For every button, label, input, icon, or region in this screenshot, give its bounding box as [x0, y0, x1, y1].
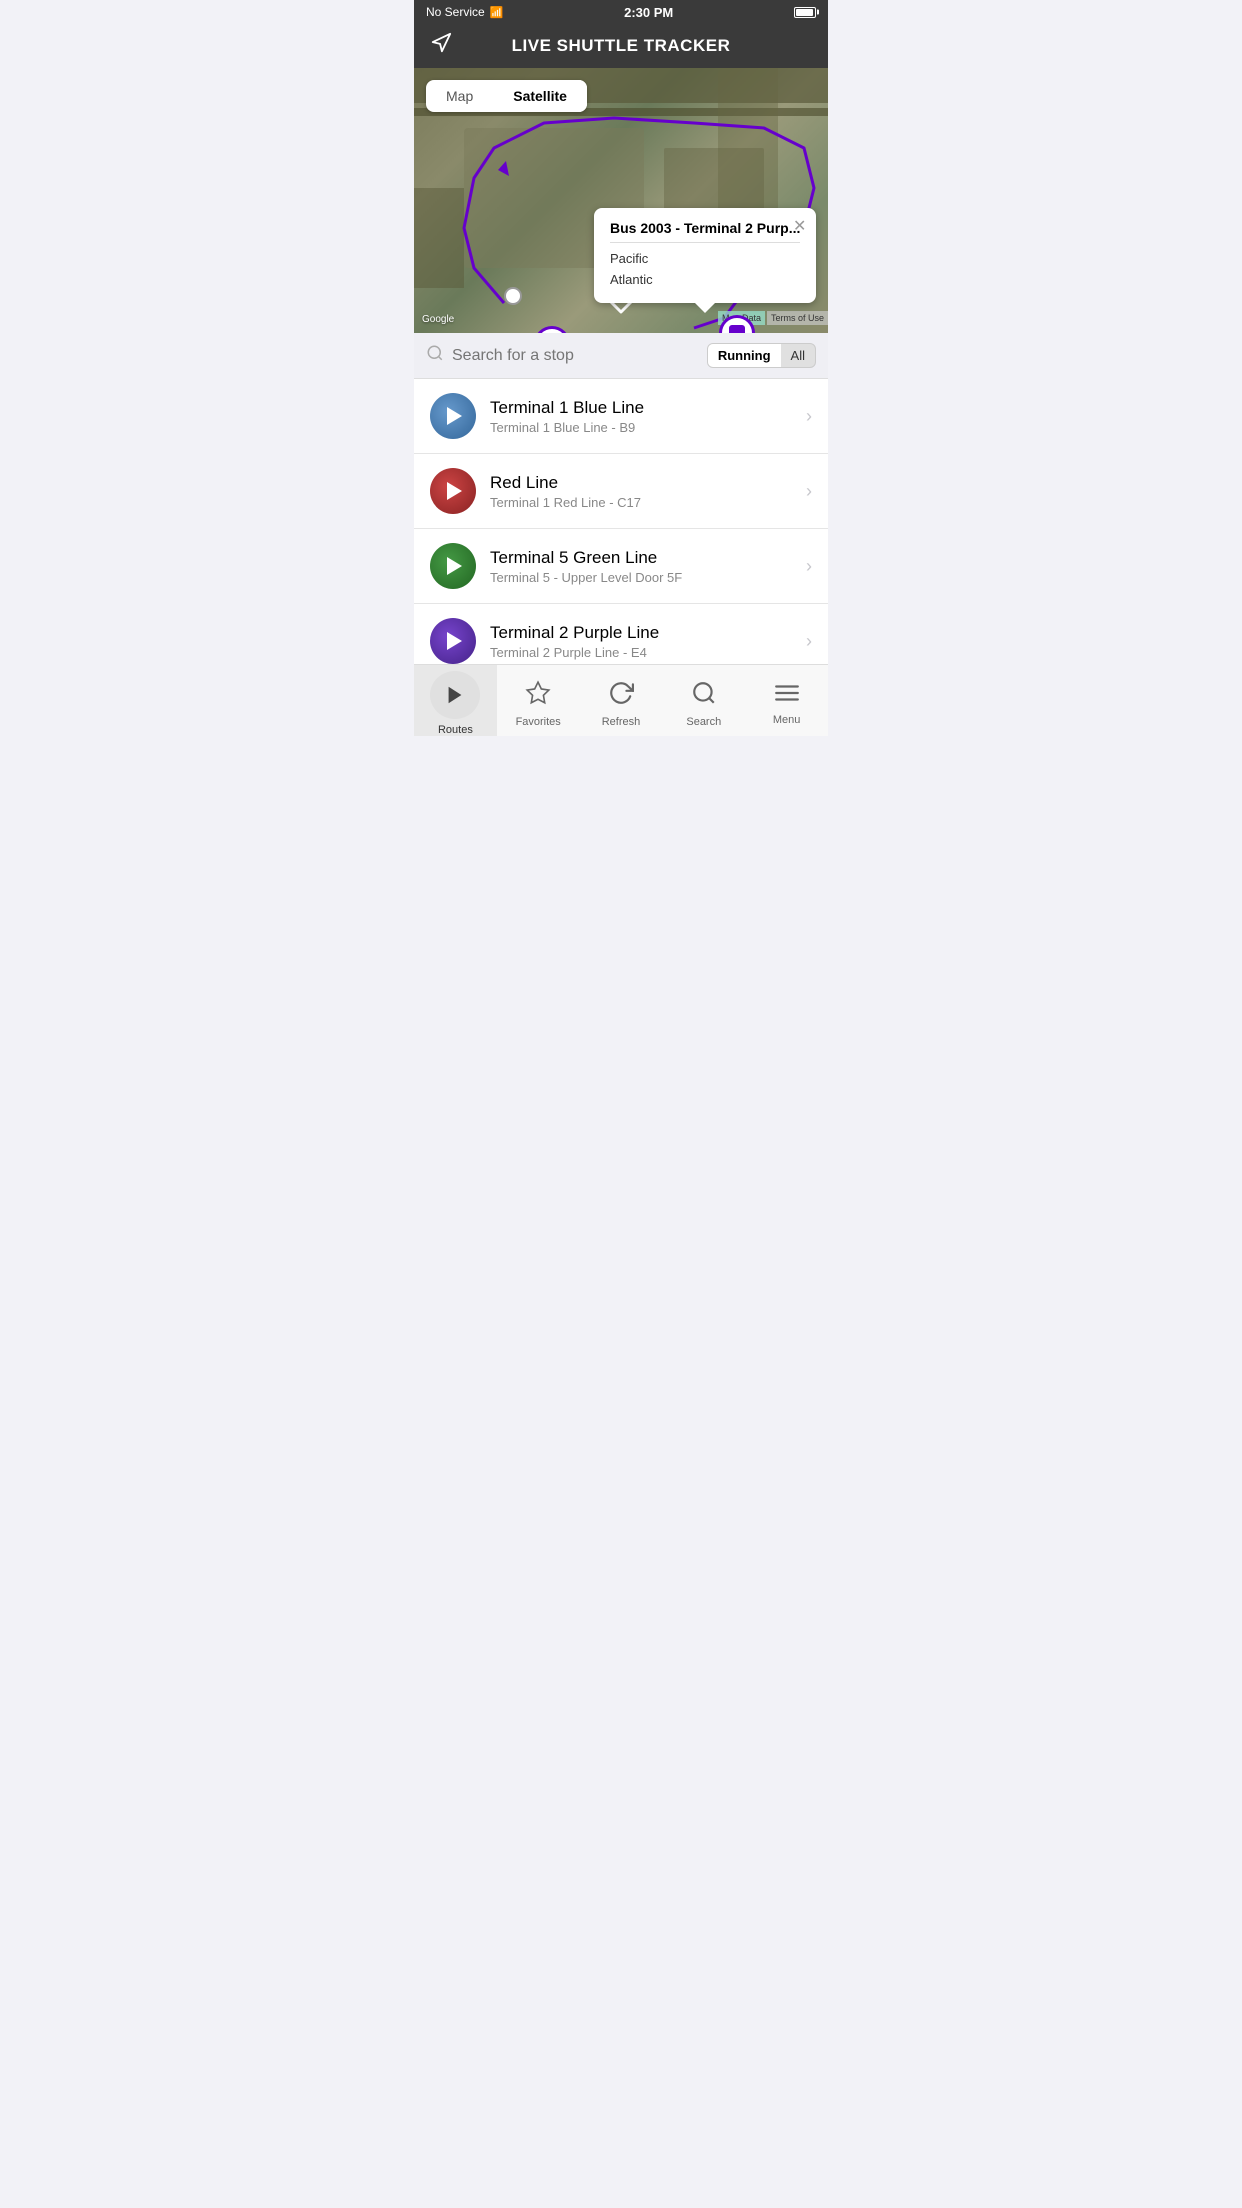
chevron-right-1: › — [806, 481, 812, 502]
tab-menu-label: Menu — [773, 714, 801, 726]
routes-tab-active-bg — [430, 671, 480, 719]
google-watermark: Google — [422, 314, 454, 325]
map-type-toggle[interactable]: Map Satellite — [426, 80, 587, 112]
refresh-icon — [608, 680, 634, 713]
route-info-2: Terminal 5 Green Line Terminal 5 - Upper… — [490, 548, 792, 585]
status-left: No Service 📶 — [426, 5, 503, 19]
satellite-button[interactable]: Satellite — [493, 80, 587, 112]
chevron-right-0: › — [806, 406, 812, 427]
tab-refresh[interactable]: Refresh — [580, 665, 663, 736]
route-name-3: Terminal 2 Purple Line — [490, 623, 792, 643]
status-right — [794, 7, 816, 18]
chevron-right-2: › — [806, 556, 812, 577]
app-header: LIVE SHUTTLE TRACKER — [414, 24, 828, 68]
info-popup: Bus 2003 - Terminal 2 Purp... ✕ Pacific … — [594, 208, 816, 303]
search-tab-icon — [691, 680, 717, 713]
map-button[interactable]: Map — [426, 80, 493, 112]
route-icon-3 — [430, 618, 476, 664]
filter-running-button[interactable]: Running — [708, 344, 781, 367]
search-icon — [426, 344, 444, 367]
route-info-3: Terminal 2 Purple Line Terminal 2 Purple… — [490, 623, 792, 660]
map-container[interactable]: Map Satellite Bus 2003 - Terminal 2 Purp… — [414, 68, 828, 333]
tab-menu[interactable]: Menu — [745, 665, 828, 736]
location-arrow-icon — [430, 32, 452, 60]
route-info-0: Terminal 1 Blue Line Terminal 1 Blue Lin… — [490, 398, 792, 435]
route-item-1[interactable]: Red Line Terminal 1 Red Line - C17 › — [414, 454, 828, 529]
page-title: LIVE SHUTTLE TRACKER — [512, 36, 731, 56]
tab-routes[interactable]: Routes — [414, 665, 497, 736]
route-icon-1 — [430, 468, 476, 514]
search-bar[interactable]: Running All — [414, 333, 828, 379]
stop-marker[interactable] — [504, 287, 522, 305]
route-item-3[interactable]: Terminal 2 Purple Line Terminal 2 Purple… — [414, 604, 828, 664]
chevron-right-3: › — [806, 631, 812, 652]
route-sub-2: Terminal 5 - Upper Level Door 5F — [490, 570, 792, 585]
route-sub-1: Terminal 1 Red Line - C17 — [490, 495, 792, 510]
popup-close-button[interactable]: ✕ — [793, 216, 806, 236]
route-icon-2 — [430, 543, 476, 589]
tab-favorites-label: Favorites — [516, 716, 561, 728]
popup-line-1: Pacific — [610, 249, 800, 270]
tab-refresh-label: Refresh — [602, 716, 641, 728]
route-item-0[interactable]: Terminal 1 Blue Line Terminal 1 Blue Lin… — [414, 379, 828, 454]
route-info-1: Red Line Terminal 1 Red Line - C17 — [490, 473, 792, 510]
route-sub-3: Terminal 2 Purple Line - E4 — [490, 645, 792, 660]
menu-icon — [774, 682, 800, 711]
popup-line-2: Atlantic — [610, 270, 800, 291]
status-bar: No Service 📶 2:30 PM — [414, 0, 828, 24]
tab-search-label: Search — [686, 716, 721, 728]
routes-list: Terminal 1 Blue Line Terminal 1 Blue Lin… — [414, 379, 828, 664]
tab-bar: Routes Favorites Refresh Search — [414, 664, 828, 736]
popup-lines: Pacific Atlantic — [610, 249, 800, 291]
tab-routes-label: Routes — [438, 724, 473, 736]
tab-favorites[interactable]: Favorites — [497, 665, 580, 736]
route-name-0: Terminal 1 Blue Line — [490, 398, 792, 418]
route-name-1: Red Line — [490, 473, 792, 493]
carrier-label: No Service — [426, 5, 485, 19]
battery-icon — [794, 7, 816, 18]
route-icon-0 — [430, 393, 476, 439]
main-content: Map Satellite Bus 2003 - Terminal 2 Purp… — [414, 68, 828, 664]
route-sub-0: Terminal 1 Blue Line - B9 — [490, 420, 792, 435]
tab-search[interactable]: Search — [662, 665, 745, 736]
popup-title: Bus 2003 - Terminal 2 Purp... — [610, 220, 800, 243]
filter-all-button[interactable]: All — [781, 344, 815, 367]
favorites-icon — [525, 680, 551, 713]
status-time: 2:30 PM — [624, 5, 673, 20]
route-name-2: Terminal 5 Green Line — [490, 548, 792, 568]
filter-toggle[interactable]: Running All — [707, 343, 816, 368]
search-input[interactable] — [452, 347, 699, 365]
wifi-icon: 📶 — [490, 6, 504, 19]
terms-label: Terms of Use — [767, 311, 828, 325]
route-item-2[interactable]: Terminal 5 Green Line Terminal 5 - Upper… — [414, 529, 828, 604]
